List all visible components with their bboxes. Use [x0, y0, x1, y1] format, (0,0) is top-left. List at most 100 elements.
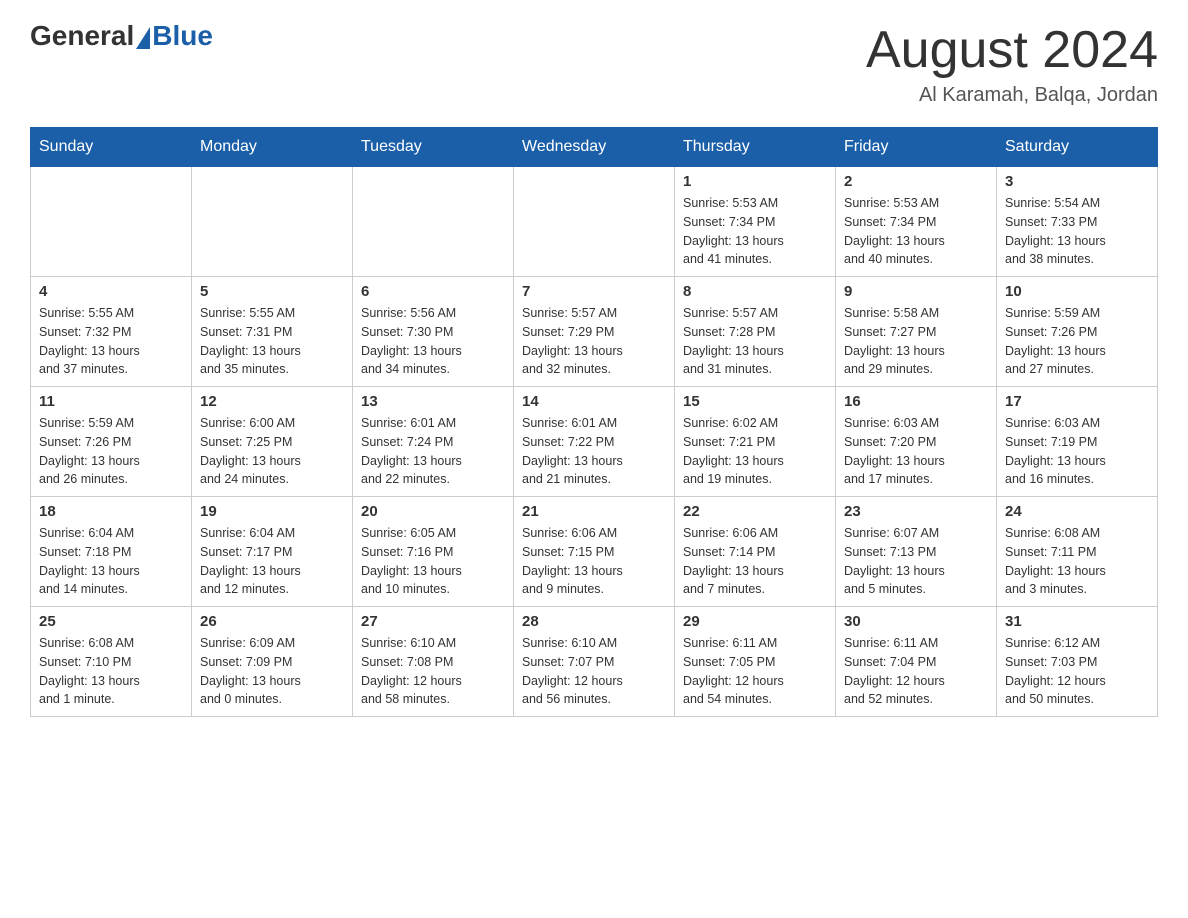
- day-info: Sunrise: 5:56 AM Sunset: 7:30 PM Dayligh…: [361, 304, 505, 379]
- week-row-5: 25 Sunrise: 6:08 AM Sunset: 7:10 PM Dayli…: [31, 607, 1158, 717]
- weekday-header-thursday: Thursday: [675, 128, 836, 167]
- day-number: 28: [522, 613, 666, 630]
- calendar-cell: [31, 167, 192, 277]
- day-number: 11: [39, 393, 183, 410]
- calendar-cell: 17 Sunrise: 6:03 AM Sunset: 7:19 PM Dayli…: [997, 387, 1158, 497]
- day-info: Sunrise: 6:10 AM Sunset: 7:08 PM Dayligh…: [361, 634, 505, 709]
- calendar-cell: 12 Sunrise: 6:00 AM Sunset: 7:25 PM Dayli…: [192, 387, 353, 497]
- calendar-cell: 9 Sunrise: 5:58 AM Sunset: 7:27 PM Daylig…: [836, 277, 997, 387]
- calendar-cell: [353, 167, 514, 277]
- calendar-cell: 15 Sunrise: 6:02 AM Sunset: 7:21 PM Dayli…: [675, 387, 836, 497]
- day-number: 16: [844, 393, 988, 410]
- weekday-header-sunday: Sunday: [31, 128, 192, 167]
- day-number: 20: [361, 503, 505, 520]
- calendar-cell: 1 Sunrise: 5:53 AM Sunset: 7:34 PM Daylig…: [675, 167, 836, 277]
- location-label: Al Karamah, Balqa, Jordan: [866, 84, 1158, 107]
- day-number: 24: [1005, 503, 1149, 520]
- day-number: 9: [844, 283, 988, 300]
- calendar-cell: 20 Sunrise: 6:05 AM Sunset: 7:16 PM Dayli…: [353, 497, 514, 607]
- day-number: 26: [200, 613, 344, 630]
- day-info: Sunrise: 6:01 AM Sunset: 7:22 PM Dayligh…: [522, 414, 666, 489]
- day-info: Sunrise: 6:03 AM Sunset: 7:19 PM Dayligh…: [1005, 414, 1149, 489]
- day-info: Sunrise: 6:07 AM Sunset: 7:13 PM Dayligh…: [844, 524, 988, 599]
- day-number: 15: [683, 393, 827, 410]
- page-header: General Blue August 2024 Al Karamah, Bal…: [30, 20, 1158, 107]
- calendar-cell: 31Sunrise: 6:12 AM Sunset: 7:03 PM Dayli…: [997, 607, 1158, 717]
- day-number: 13: [361, 393, 505, 410]
- day-info: Sunrise: 6:09 AM Sunset: 7:09 PM Dayligh…: [200, 634, 344, 709]
- day-number: 10: [1005, 283, 1149, 300]
- week-row-2: 4Sunrise: 5:55 AM Sunset: 7:32 PM Daylig…: [31, 277, 1158, 387]
- day-info: Sunrise: 6:08 AM Sunset: 7:10 PM Dayligh…: [39, 634, 183, 709]
- logo-blue-text: Blue: [152, 20, 213, 52]
- calendar-cell: 10 Sunrise: 5:59 AM Sunset: 7:26 PM Dayli…: [997, 277, 1158, 387]
- calendar-cell: 11 Sunrise: 5:59 AM Sunset: 7:26 PM Dayli…: [31, 387, 192, 497]
- day-info: Sunrise: 6:00 AM Sunset: 7:25 PM Dayligh…: [200, 414, 344, 489]
- calendar-cell: 18 Sunrise: 6:04 AM Sunset: 7:18 PM Dayli…: [31, 497, 192, 607]
- day-info: Sunrise: 6:06 AM Sunset: 7:14 PM Dayligh…: [683, 524, 827, 599]
- day-number: 6: [361, 283, 505, 300]
- calendar-cell: 29 Sunrise: 6:11 AM Sunset: 7:05 PM Dayli…: [675, 607, 836, 717]
- calendar-cell: 13 Sunrise: 6:01 AM Sunset: 7:24 PM Dayli…: [353, 387, 514, 497]
- day-info: Sunrise: 5:57 AM Sunset: 7:29 PM Dayligh…: [522, 304, 666, 379]
- day-info: Sunrise: 6:01 AM Sunset: 7:24 PM Dayligh…: [361, 414, 505, 489]
- title-section: August 2024 Al Karamah, Balqa, Jordan: [866, 20, 1158, 107]
- day-info: Sunrise: 6:08 AM Sunset: 7:11 PM Dayligh…: [1005, 524, 1149, 599]
- calendar-cell: 26 Sunrise: 6:09 AM Sunset: 7:09 PM Dayli…: [192, 607, 353, 717]
- day-info: Sunrise: 6:04 AM Sunset: 7:17 PM Dayligh…: [200, 524, 344, 599]
- calendar-cell: 21Sunrise: 6:06 AM Sunset: 7:15 PM Dayli…: [514, 497, 675, 607]
- day-number: 21: [522, 503, 666, 520]
- day-number: 1: [683, 173, 827, 190]
- calendar-cell: 16 Sunrise: 6:03 AM Sunset: 7:20 PM Dayli…: [836, 387, 997, 497]
- day-info: Sunrise: 5:58 AM Sunset: 7:27 PM Dayligh…: [844, 304, 988, 379]
- calendar-cell: 24 Sunrise: 6:08 AM Sunset: 7:11 PM Dayli…: [997, 497, 1158, 607]
- day-info: Sunrise: 5:54 AM Sunset: 7:33 PM Dayligh…: [1005, 194, 1149, 269]
- weekday-header-friday: Friday: [836, 128, 997, 167]
- day-info: Sunrise: 6:12 AM Sunset: 7:03 PM Dayligh…: [1005, 634, 1149, 709]
- day-info: Sunrise: 5:59 AM Sunset: 7:26 PM Dayligh…: [39, 414, 183, 489]
- day-number: 17: [1005, 393, 1149, 410]
- weekday-header-row: SundayMondayTuesdayWednesdayThursdayFrid…: [31, 128, 1158, 167]
- day-number: 25: [39, 613, 183, 630]
- day-number: 27: [361, 613, 505, 630]
- calendar-cell: 6 Sunrise: 5:56 AM Sunset: 7:30 PM Daylig…: [353, 277, 514, 387]
- day-info: Sunrise: 6:04 AM Sunset: 7:18 PM Dayligh…: [39, 524, 183, 599]
- calendar-cell: 7 Sunrise: 5:57 AM Sunset: 7:29 PM Daylig…: [514, 277, 675, 387]
- day-number: 12: [200, 393, 344, 410]
- calendar-cell: [514, 167, 675, 277]
- calendar-cell: 19Sunrise: 6:04 AM Sunset: 7:17 PM Dayli…: [192, 497, 353, 607]
- calendar-table: SundayMondayTuesdayWednesdayThursdayFrid…: [30, 127, 1158, 717]
- day-number: 18: [39, 503, 183, 520]
- day-info: Sunrise: 5:55 AM Sunset: 7:32 PM Dayligh…: [39, 304, 183, 379]
- day-info: Sunrise: 5:53 AM Sunset: 7:34 PM Dayligh…: [844, 194, 988, 269]
- calendar-cell: 25 Sunrise: 6:08 AM Sunset: 7:10 PM Dayli…: [31, 607, 192, 717]
- day-info: Sunrise: 5:57 AM Sunset: 7:28 PM Dayligh…: [683, 304, 827, 379]
- calendar-cell: 3 Sunrise: 5:54 AM Sunset: 7:33 PM Daylig…: [997, 167, 1158, 277]
- logo-general-text: General: [30, 20, 134, 52]
- day-number: 2: [844, 173, 988, 190]
- week-row-4: 18 Sunrise: 6:04 AM Sunset: 7:18 PM Dayli…: [31, 497, 1158, 607]
- day-info: Sunrise: 6:03 AM Sunset: 7:20 PM Dayligh…: [844, 414, 988, 489]
- calendar-cell: 8Sunrise: 5:57 AM Sunset: 7:28 PM Daylig…: [675, 277, 836, 387]
- calendar-cell: 23Sunrise: 6:07 AM Sunset: 7:13 PM Dayli…: [836, 497, 997, 607]
- day-number: 30: [844, 613, 988, 630]
- calendar-cell: 28 Sunrise: 6:10 AM Sunset: 7:07 PM Dayli…: [514, 607, 675, 717]
- day-info: Sunrise: 5:53 AM Sunset: 7:34 PM Dayligh…: [683, 194, 827, 269]
- day-number: 3: [1005, 173, 1149, 190]
- day-number: 14: [522, 393, 666, 410]
- calendar-cell: 5Sunrise: 5:55 AM Sunset: 7:31 PM Daylig…: [192, 277, 353, 387]
- day-info: Sunrise: 6:05 AM Sunset: 7:16 PM Dayligh…: [361, 524, 505, 599]
- day-info: Sunrise: 6:02 AM Sunset: 7:21 PM Dayligh…: [683, 414, 827, 489]
- day-info: Sunrise: 6:10 AM Sunset: 7:07 PM Dayligh…: [522, 634, 666, 709]
- day-info: Sunrise: 6:11 AM Sunset: 7:05 PM Dayligh…: [683, 634, 827, 709]
- weekday-header-tuesday: Tuesday: [353, 128, 514, 167]
- week-row-1: 1 Sunrise: 5:53 AM Sunset: 7:34 PM Daylig…: [31, 167, 1158, 277]
- day-info: Sunrise: 5:59 AM Sunset: 7:26 PM Dayligh…: [1005, 304, 1149, 379]
- day-number: 29: [683, 613, 827, 630]
- calendar-cell: 27 Sunrise: 6:10 AM Sunset: 7:08 PM Dayli…: [353, 607, 514, 717]
- calendar-cell: 30Sunrise: 6:11 AM Sunset: 7:04 PM Dayli…: [836, 607, 997, 717]
- calendar-cell: 2 Sunrise: 5:53 AM Sunset: 7:34 PM Daylig…: [836, 167, 997, 277]
- day-number: 7: [522, 283, 666, 300]
- weekday-header-saturday: Saturday: [997, 128, 1158, 167]
- calendar-cell: 14 Sunrise: 6:01 AM Sunset: 7:22 PM Dayli…: [514, 387, 675, 497]
